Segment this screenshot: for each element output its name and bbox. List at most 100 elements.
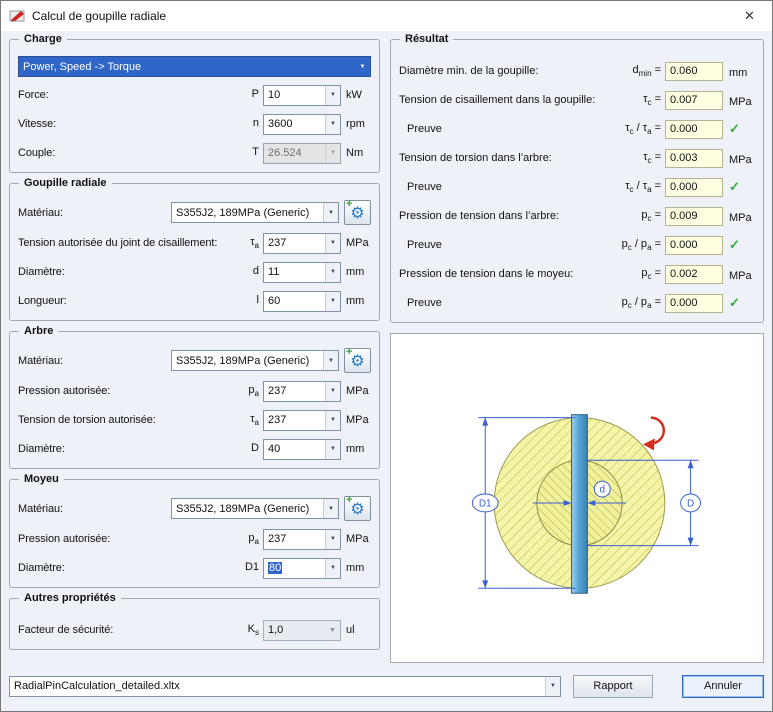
plus-icon: + xyxy=(346,198,352,210)
pin-diagram: D1 D d xyxy=(391,334,763,662)
bottom-bar: RadialPinCalculation_detailed.xltx ▼ Rap… xyxy=(1,671,772,711)
load-type-select[interactable]: Power, Speed -> Torque ▼ xyxy=(18,56,371,77)
result-unit: mm xyxy=(723,64,755,79)
hub-diameter-input[interactable]: 80 ▼ xyxy=(263,558,341,579)
shaft-material-editor-button[interactable]: ⚙ + xyxy=(344,348,371,373)
check-icon: ✓ xyxy=(729,179,740,194)
group-pin-title: Goupille radiale xyxy=(19,177,112,189)
result-label: Pression de tension dans l’arbre: xyxy=(399,210,641,222)
close-button[interactable]: ✕ xyxy=(727,1,772,31)
field-symbol: τa xyxy=(250,236,259,250)
result-label: Preuve xyxy=(399,181,625,193)
field-row-diameter: Diamètre: d 11 ▼ mm xyxy=(18,261,371,283)
result-unit: ✓ xyxy=(723,179,755,195)
field-label: Force: xyxy=(18,89,252,101)
cancel-button[interactable]: Annuler xyxy=(682,675,764,698)
result-row-shaft-torsion: Tension de torsion dans l’arbre: τc = 0.… xyxy=(399,147,755,169)
field-unit: MPa xyxy=(341,533,371,545)
input-column: Charge Power, Speed -> Torque ▼ Force: P… xyxy=(9,39,380,663)
result-symbol: τc = xyxy=(643,93,661,107)
app-icon xyxy=(9,8,25,24)
group-result-title: Résultat xyxy=(400,33,453,45)
field-symbol: T xyxy=(252,146,259,160)
hub-material-editor-button[interactable]: ⚙ + xyxy=(344,496,371,521)
pin-diameter-input[interactable]: 11 ▼ xyxy=(263,262,341,283)
power-input[interactable]: 10 ▼ xyxy=(263,85,341,106)
hub-material-select[interactable]: S355J2, 189MPa (Generic) ▼ xyxy=(171,498,339,519)
field-label: Diamètre: xyxy=(18,443,251,455)
pin-length-input[interactable]: 60 ▼ xyxy=(263,291,341,312)
field-row-torque: Couple: T 26.524 ▼ Nm xyxy=(18,142,371,164)
chevron-down-icon: ▼ xyxy=(323,499,338,518)
speed-input[interactable]: 3600 ▼ xyxy=(263,114,341,135)
field-unit: mm xyxy=(341,295,371,307)
field-row-power: Force: P 10 ▼ kW xyxy=(18,84,371,106)
plus-icon: + xyxy=(346,346,352,358)
field-label: Matériau: xyxy=(18,355,171,367)
field-label: Pression autorisée: xyxy=(18,533,248,545)
result-label: Diamètre min. de la goupille: xyxy=(399,65,633,77)
result-label: Tension de torsion dans l’arbre: xyxy=(399,152,643,164)
pin-material-select[interactable]: S355J2, 189MPa (Generic) ▼ xyxy=(171,202,339,223)
titlebar: Calcul de goupille radiale ✕ xyxy=(1,1,772,31)
field-symbol: n xyxy=(253,117,259,131)
field-symbol: d xyxy=(253,265,259,279)
field-label: Tension autorisée du joint de cisailleme… xyxy=(18,237,250,249)
result-symbol: pc / pa = xyxy=(622,238,661,252)
material-row: Matériau: S355J2, 189MPa (Generic) ▼ ⚙ + xyxy=(18,348,371,373)
field-row-torsion: Tension de torsion autorisée: τa 237 ▼ M… xyxy=(18,409,371,431)
close-icon: ✕ xyxy=(744,8,755,24)
result-symbol: τc = xyxy=(643,151,661,165)
result-unit: MPa xyxy=(723,151,755,166)
shaft-torsion-input[interactable]: 237 ▼ xyxy=(263,410,341,431)
group-hub: Moyeu Matériau: S355J2, 189MPa (Generic)… xyxy=(9,479,380,588)
field-symbol: τa xyxy=(250,413,259,427)
field-label: Tension de torsion autorisée: xyxy=(18,414,250,426)
result-row-shaft-pressure: Pression de tension dans l’arbre: pc = 0… xyxy=(399,205,755,227)
field-unit: MPa xyxy=(341,414,371,426)
chevron-down-icon: ▼ xyxy=(355,57,370,76)
field-label: Couple: xyxy=(18,147,252,159)
chevron-down-icon: ▼ xyxy=(325,234,340,253)
field-row-diameter: Diamètre: D1 80 ▼ mm xyxy=(18,557,371,579)
shaft-diameter-input[interactable]: 40 ▼ xyxy=(263,439,341,460)
field-row-shear: Tension autorisée du joint de cisailleme… xyxy=(18,232,371,254)
result-value-field: 0.000 xyxy=(665,294,723,313)
result-row-proof: Preuve τc / τa = 0.000 ✓ xyxy=(399,118,755,140)
result-unit: ✓ xyxy=(723,121,755,137)
shaft-material-select[interactable]: S355J2, 189MPa (Generic) ▼ xyxy=(171,350,339,371)
result-column: Résultat Diamètre min. de la goupille: d… xyxy=(390,39,764,663)
safety-factor-input[interactable]: 1,0 ▼ xyxy=(263,620,341,641)
group-shaft: Arbre Matériau: S355J2, 189MPa (Generic)… xyxy=(9,331,380,469)
plus-icon: + xyxy=(346,494,352,506)
field-unit: mm xyxy=(341,562,371,574)
report-button[interactable]: Rapport xyxy=(573,675,653,698)
shaft-pressure-input[interactable]: 237 ▼ xyxy=(263,381,341,402)
gear-icon: ⚙ xyxy=(350,205,364,221)
field-label: Longueur: xyxy=(18,295,257,307)
field-symbol: pa xyxy=(248,384,259,398)
field-unit: MPa xyxy=(341,237,371,249)
dim-label-pin: d xyxy=(600,485,606,496)
chevron-down-icon: ▼ xyxy=(325,115,340,134)
result-label: Preuve xyxy=(399,239,622,251)
pin-shear-stress-input[interactable]: 237 ▼ xyxy=(263,233,341,254)
pin-calculation-dialog: Calcul de goupille radiale ✕ Charge Powe… xyxy=(0,0,773,712)
field-unit: MPa xyxy=(341,385,371,397)
result-row-proof: Preuve τc / τa = 0.000 ✓ xyxy=(399,176,755,198)
result-label: Preuve xyxy=(399,123,625,135)
field-symbol: l xyxy=(257,294,259,308)
field-label: Facteur de sécurité: xyxy=(18,624,248,636)
template-select[interactable]: RadialPinCalculation_detailed.xltx ▼ xyxy=(9,676,561,697)
pin-material-editor-button[interactable]: ⚙ + xyxy=(344,200,371,225)
result-symbol: pc = xyxy=(641,267,661,281)
field-row-diameter: Diamètre: D 40 ▼ mm xyxy=(18,438,371,460)
hub-pressure-input[interactable]: 237 ▼ xyxy=(263,529,341,550)
result-symbol: τc / τa = xyxy=(625,122,661,136)
selected-text: 80 xyxy=(268,562,282,574)
result-value-field: 0.002 xyxy=(665,265,723,284)
result-unit: ✓ xyxy=(723,295,755,311)
result-symbol: dmin = xyxy=(633,64,662,78)
field-row-pressure: Pression autorisée: pa 237 ▼ MPa xyxy=(18,528,371,550)
result-value-field: 0.007 xyxy=(665,91,723,110)
